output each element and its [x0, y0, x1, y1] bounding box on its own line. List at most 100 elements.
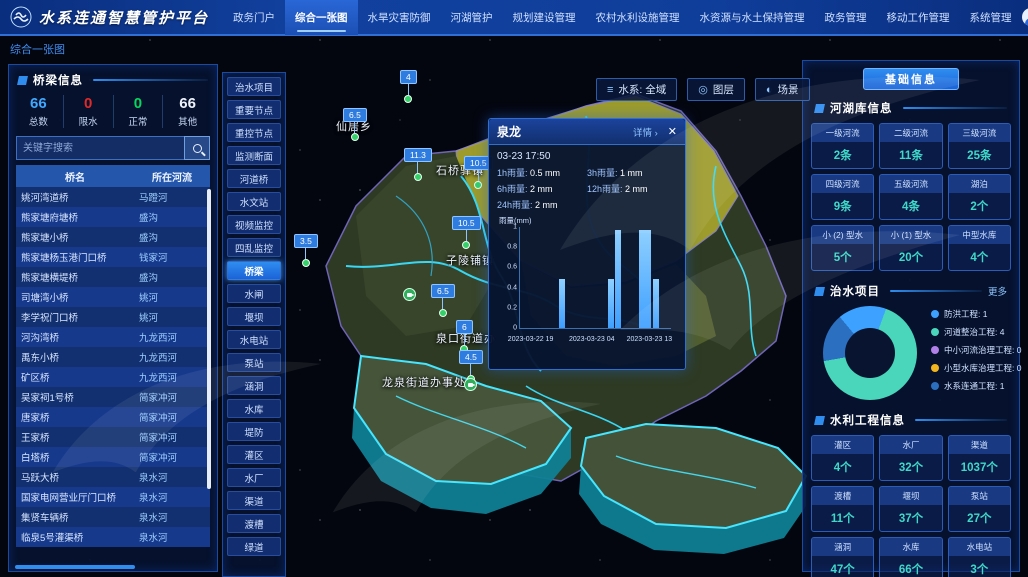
marker-pin-icon	[351, 133, 359, 141]
scene-button[interactable]: ◐ 场景	[755, 78, 810, 101]
map-marker-4[interactable]: 10.5	[452, 216, 481, 249]
nav-item-1[interactable]: 综合一张图	[285, 0, 358, 35]
river-card-6[interactable]: 小 (2) 型水5个	[811, 225, 874, 271]
card-value: 2条	[812, 142, 873, 168]
facility-card-2[interactable]: 渠道1037个	[948, 435, 1011, 481]
layer-item-9[interactable]: 水闸	[227, 284, 281, 303]
camera-icon[interactable]	[403, 288, 416, 301]
layer-item-19[interactable]: 渡槽	[227, 514, 281, 533]
map-marker-0[interactable]: 4	[400, 70, 417, 103]
table-row[interactable]: 禹东小桥九龙西河	[16, 347, 210, 367]
table-row[interactable]: 熊家塘杨玉港门口桥钱家河	[16, 247, 210, 267]
search-input[interactable]	[16, 136, 184, 160]
layer-item-8[interactable]: 桥梁	[227, 261, 281, 280]
nav-item-8[interactable]: 移动工作管理	[877, 0, 960, 35]
river-card-2[interactable]: 三级河流25条	[948, 123, 1011, 169]
facility-card-8[interactable]: 水电站3个	[948, 537, 1011, 577]
bridge-stats: 66总数0限水0正常66其他	[12, 91, 214, 134]
table-vertical-scrollbar[interactable]	[207, 189, 211, 489]
table-row[interactable]: 熊家塘小桥盛沟	[16, 227, 210, 247]
bridge-stat-2: 0正常	[114, 95, 164, 128]
river-card-3[interactable]: 四级河流9条	[811, 174, 874, 220]
projects-more-link[interactable]: 更多	[988, 284, 1007, 298]
table-row[interactable]: 王家桥简家冲河	[16, 427, 210, 447]
close-icon[interactable]: ✕	[668, 125, 677, 138]
popup-detail-link[interactable]: 详情 ›	[633, 125, 658, 139]
table-row[interactable]: 司塘湾小桥姚河	[16, 287, 210, 307]
table-row[interactable]: 河沟湾桥九龙西河	[16, 327, 210, 347]
river-name-cell: 简家冲河	[134, 430, 210, 444]
facility-card-0[interactable]: 灌区4个	[811, 435, 874, 481]
table-row[interactable]: 熊家塘府塘桥盛沟	[16, 207, 210, 227]
search-button[interactable]	[184, 136, 210, 160]
card-value: 47个	[812, 556, 873, 577]
layer-item-7[interactable]: 四乱监控	[227, 238, 281, 257]
facility-card-7[interactable]: 水库66个	[879, 537, 942, 577]
breadcrumb[interactable]: 综合一张图	[10, 41, 65, 57]
table-row[interactable]: 姚河湾道桥马蹬河	[16, 187, 210, 207]
layer-item-17[interactable]: 水厂	[227, 468, 281, 487]
table-row[interactable]: 国家电网营业厅门口桥泉水河	[16, 487, 210, 507]
nav-item-2[interactable]: 水旱灾害防御	[358, 0, 441, 35]
layer-item-14[interactable]: 水库	[227, 399, 281, 418]
layer-item-13[interactable]: 涵洞	[227, 376, 281, 395]
river-card-0[interactable]: 一级河流2条	[811, 123, 874, 169]
map-marker-1[interactable]: 6.5	[343, 108, 367, 141]
layer-item-10[interactable]: 堰坝	[227, 307, 281, 326]
nav-item-5[interactable]: 农村水利设施管理	[586, 0, 690, 35]
map-toolbar: ≡ 水系: 全域 ◎ 图层 ◐ 场景	[596, 78, 810, 101]
layer-item-0[interactable]: 治水项目	[227, 77, 281, 96]
table-row[interactable]: 吴家祠1号桥简家冲河	[16, 387, 210, 407]
table-row[interactable]: 集贤车辆桥泉水河	[16, 507, 210, 527]
nav-item-6[interactable]: 水资源与水土保持管理	[690, 0, 815, 35]
layer-item-18[interactable]: 渠道	[227, 491, 281, 510]
user-menu[interactable]: hhzb42080201 ∨	[1022, 8, 1028, 26]
layer-item-3[interactable]: 监测断面	[227, 146, 281, 165]
search-icon	[193, 144, 202, 153]
camera-icon[interactable]	[464, 378, 477, 391]
layer-item-11[interactable]: 水电站	[227, 330, 281, 349]
nav-item-0[interactable]: 政务门户	[223, 0, 285, 35]
layer-item-12[interactable]: 泵站	[227, 353, 281, 372]
facility-card-6[interactable]: 涵洞47个	[811, 537, 874, 577]
table-row[interactable]: 熊家塘横堤桥盛沟	[16, 267, 210, 287]
table-row[interactable]: 白塔桥简家冲河	[16, 447, 210, 467]
basic-info-tab[interactable]: 基础信息	[863, 68, 959, 90]
table-row[interactable]: 临泉5号灌渠桥泉水河	[16, 527, 210, 547]
facility-card-3[interactable]: 渡槽11个	[811, 486, 874, 532]
map-marker-6[interactable]: 6.5	[431, 284, 455, 317]
nav-item-4[interactable]: 规划建设管理	[503, 0, 586, 35]
layer-item-4[interactable]: 河道桥	[227, 169, 281, 188]
river-card-4[interactable]: 五级河流4条	[879, 174, 942, 220]
layer-button[interactable]: ◎ 图层	[687, 78, 745, 101]
river-card-5[interactable]: 湖泊2个	[948, 174, 1011, 220]
facility-card-4[interactable]: 堰坝37个	[879, 486, 942, 532]
nav-item-9[interactable]: 系统管理	[960, 0, 1022, 35]
facility-card-1[interactable]: 水厂32个	[879, 435, 942, 481]
table-row[interactable]: 唐家桥简家冲河	[16, 407, 210, 427]
river-card-8[interactable]: 中型水库4个	[948, 225, 1011, 271]
layer-item-16[interactable]: 灌区	[227, 445, 281, 464]
facility-card-5[interactable]: 泵站27个	[948, 486, 1011, 532]
layer-item-5[interactable]: 水文站	[227, 192, 281, 211]
bridge-table: 桥名所在河流 姚河湾道桥马蹬河熊家塘府塘桥盛沟熊家塘小桥盛沟熊家塘杨玉港门口桥钱…	[16, 165, 210, 547]
map-marker-2[interactable]: 11.3	[404, 148, 432, 181]
layer-item-15[interactable]: 堤防	[227, 422, 281, 441]
table-row[interactable]: 马跃大桥泉水河	[16, 467, 210, 487]
layer-item-2[interactable]: 重控节点	[227, 123, 281, 142]
map-marker-5[interactable]: 3.5	[294, 234, 318, 267]
nav-item-7[interactable]: 政务管理	[815, 0, 877, 35]
layer-item-20[interactable]: 绿道	[227, 537, 281, 556]
river-card-7[interactable]: 小 (1) 型水20个	[879, 225, 942, 271]
table-horizontal-scrollbar[interactable]	[15, 565, 135, 569]
table-row[interactable]: 矿区桥九龙西河	[16, 367, 210, 387]
layer-item-6[interactable]: 视频监控	[227, 215, 281, 234]
table-row[interactable]: 李学祝门口桥姚河	[16, 307, 210, 327]
section-divider	[903, 107, 1008, 109]
river-card-1[interactable]: 二级河流11条	[879, 123, 942, 169]
map-marker-7[interactable]: 6	[456, 320, 473, 353]
nav-item-3[interactable]: 河湖管护	[441, 0, 503, 35]
card-value: 25条	[949, 142, 1010, 168]
watersystem-filter-button[interactable]: ≡ 水系: 全域	[596, 78, 677, 101]
layer-item-1[interactable]: 重要节点	[227, 100, 281, 119]
